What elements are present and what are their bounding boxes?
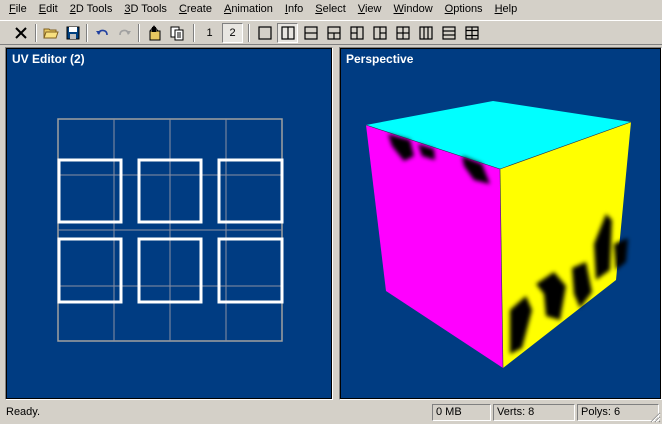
menu-label: ptions — [453, 3, 483, 15]
viewport-2-label: 2 — [229, 27, 236, 39]
toolbar-separator — [248, 24, 250, 42]
layout-quad-icon[interactable] — [392, 23, 413, 43]
menu-label: dit — [46, 3, 58, 15]
uv-canvas[interactable] — [6, 48, 333, 400]
toolbar-separator — [86, 24, 88, 42]
perspective-viewport[interactable]: Perspective — [339, 47, 662, 400]
uv-island[interactable] — [217, 237, 284, 304]
layout-four-icon[interactable] — [369, 23, 390, 43]
close-icon[interactable] — [10, 23, 31, 43]
status-polys: Polys: 6 — [577, 404, 659, 421]
layout-split-vertical-icon[interactable] — [277, 23, 298, 43]
menu-mnemonic: S — [315, 3, 323, 15]
resize-grip-icon[interactable] — [649, 411, 661, 423]
layout-grid-icon[interactable] — [461, 23, 482, 43]
menu-label: nfo — [287, 3, 304, 15]
viewport-1-button[interactable]: 1 — [199, 23, 220, 43]
layout-three-a-icon[interactable] — [323, 23, 344, 43]
uv-island[interactable] — [217, 158, 284, 224]
menu-mnemonic: F — [9, 3, 16, 15]
menu-item-animation[interactable]: Animation — [218, 1, 279, 18]
status-memory: 0 MB — [432, 404, 491, 421]
redo-icon[interactable] — [114, 23, 135, 43]
menu-label: indow — [403, 3, 433, 15]
menu-mnemonic: E — [38, 3, 47, 15]
toolbar-separator — [35, 24, 37, 42]
menu-item-info[interactable]: Info — [279, 1, 309, 18]
menu-label: D Tools — [75, 3, 113, 15]
menu-bar: File Edit 2D Tools 3D Tools Create Animation I… — [0, 0, 662, 19]
viewport-1-label: 1 — [206, 27, 213, 39]
menu-item-2d-tools[interactable]: 2D Tools — [64, 1, 119, 18]
menu-mnemonic: C — [178, 3, 187, 15]
copy-icon[interactable] — [166, 23, 187, 43]
menu-mnemonic: V — [357, 3, 365, 15]
viewport-2-button[interactable]: 2 — [222, 23, 243, 43]
menu-label: D Tools — [130, 3, 167, 15]
uv-island[interactable] — [57, 158, 123, 224]
menu-item-edit[interactable]: Edit — [33, 1, 64, 18]
menu-label: elect — [322, 3, 346, 15]
menu-item-3d-tools[interactable]: 3D Tools — [118, 1, 173, 18]
menu-item-file[interactable]: File — [3, 1, 33, 18]
status-verts: Verts: 8 — [493, 404, 575, 421]
uv-grid — [57, 118, 283, 342]
menu-item-options[interactable]: Options — [439, 1, 489, 18]
layout-rows-icon[interactable] — [438, 23, 459, 43]
menu-label: iew — [364, 3, 382, 15]
menu-mnemonic: H — [494, 3, 503, 15]
uv-island[interactable] — [57, 237, 123, 304]
layout-split-horizontal-icon[interactable] — [300, 23, 321, 43]
status-bar: Ready. 0 MB Verts: 8 Polys: 6 — [0, 402, 662, 424]
toolbar-separator — [138, 24, 140, 42]
undo-icon[interactable] — [91, 23, 112, 43]
layout-three-b-icon[interactable] — [346, 23, 367, 43]
layout-single-icon[interactable] — [254, 23, 275, 43]
menu-label: elp — [502, 3, 518, 15]
status-message: Ready. — [6, 406, 41, 418]
toolbar-separator — [193, 24, 195, 42]
layout-columns-icon[interactable] — [415, 23, 436, 43]
import-icon[interactable] — [143, 23, 164, 43]
save-icon[interactable] — [62, 23, 83, 43]
toolbar: 1 2 — [0, 20, 662, 45]
uv-editor-viewport[interactable]: UV Editor (2) — [5, 47, 333, 400]
menu-label: ile — [15, 3, 27, 15]
menu-mnemonic: O — [444, 3, 454, 15]
menu-item-create[interactable]: Create — [173, 1, 218, 18]
menu-item-select[interactable]: Select — [309, 1, 352, 18]
menu-item-window[interactable]: Window — [388, 1, 439, 18]
perspective-canvas[interactable] — [340, 48, 662, 400]
menu-label: reate — [186, 3, 212, 15]
menu-item-view[interactable]: View — [352, 1, 388, 18]
menu-label: nimation — [231, 3, 273, 15]
open-folder-icon[interactable] — [40, 23, 61, 43]
menu-mnemonic: W — [393, 3, 404, 15]
menu-item-help[interactable]: Help — [489, 1, 524, 18]
